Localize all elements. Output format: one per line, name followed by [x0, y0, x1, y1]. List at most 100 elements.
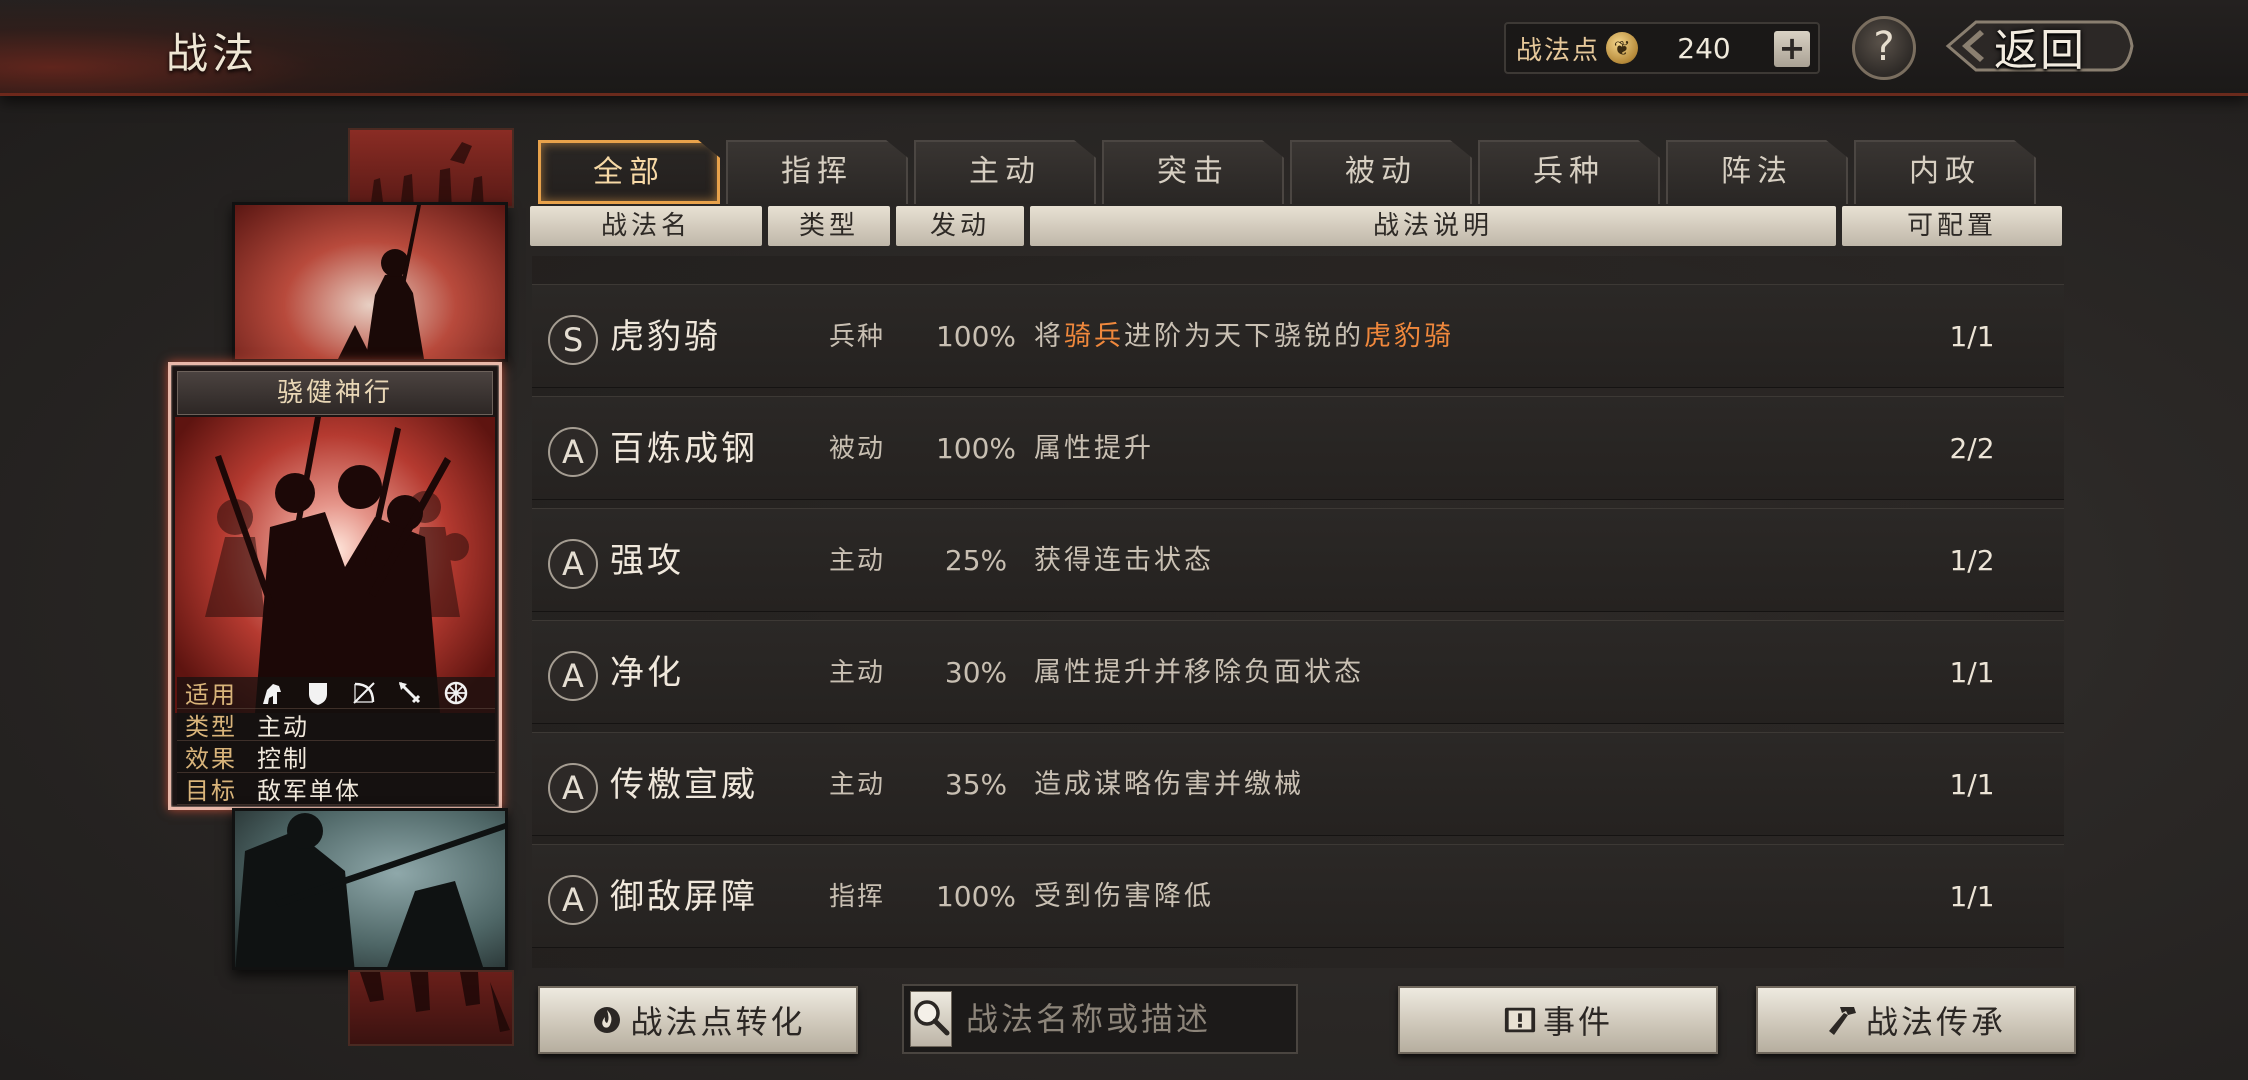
skill-name: 百炼成钢 [610, 429, 758, 469]
strip-soldiers-art-bottom [360, 972, 510, 1032]
tab-troop-type[interactable]: 兵种 [1478, 140, 1660, 204]
cavalry-icon [257, 679, 287, 707]
skill-config: 1/1 [1949, 768, 1995, 801]
grade-badge: A [548, 651, 598, 701]
skill-config: 1/1 [1949, 320, 1995, 353]
search-bar [902, 984, 1365, 1054]
tab-all[interactable]: 全部 [538, 140, 720, 204]
skill-row[interactable]: A 御敌屏障 指挥 100% 受到伤害降低 1/1 [532, 844, 2064, 948]
card-strip-bottom [348, 970, 514, 1046]
tab-formation[interactable]: 阵法 [1666, 140, 1848, 204]
search-input[interactable] [952, 991, 1365, 1047]
archer-icon [349, 679, 379, 707]
hammer-icon [1826, 1003, 1860, 1037]
skill-type: 兵种 [828, 322, 885, 352]
tab-command[interactable]: 指挥 [726, 140, 908, 204]
search-icon [911, 997, 951, 1041]
skill-info-key: 效果 [185, 745, 237, 773]
skill-row[interactable]: A 强攻 主动 25% 获得连击状态 1/2 [532, 508, 2064, 612]
skill-inherit-button[interactable]: 战法传承 [1756, 986, 2076, 1054]
skill-card-art [175, 417, 495, 713]
skill-name: 虎豹骑 [610, 317, 721, 357]
skill-card-title: 骁健神行 [177, 371, 493, 415]
back-button[interactable]: 返回 [1940, 14, 2140, 78]
skill-description: 造成谋略伤害并缴械 [1034, 769, 1304, 800]
skill-rate: 100% [935, 880, 1017, 913]
skill-description: 将骑兵进阶为天下骁锐的虎豹骑 [1034, 285, 1454, 389]
convert-points-label: 战法点转化 [630, 1003, 806, 1041]
skill-name: 御敌屏障 [610, 877, 758, 917]
skill-config: 1/1 [1949, 880, 1995, 913]
tab-assault[interactable]: 突击 [1102, 140, 1284, 204]
skill-config: 2/2 [1949, 432, 1995, 465]
grade-badge: A [548, 875, 598, 925]
skill-info-key: 适用 [185, 681, 237, 709]
column-header-type[interactable]: 类型 [768, 206, 890, 246]
skill-description: 属性提升 [1034, 433, 1154, 464]
column-header-config[interactable]: 可配置 [1842, 206, 2062, 246]
skill-description: 受到伤害降低 [1034, 881, 1214, 912]
skill-info-value: 控制 [257, 745, 309, 773]
skill-points-value: 240 [1677, 31, 1731, 65]
spearman-silhouette-art [235, 813, 505, 967]
tab-active[interactable]: 主动 [914, 140, 1096, 204]
skill-info-type: 类型 主动 [177, 709, 495, 741]
skill-rate: 35% [944, 768, 1008, 801]
event-button[interactable]: 事件 [1398, 986, 1718, 1054]
selected-skill-card[interactable]: 骁健神行 适用 类型 主动 效果 控制 目标 敌军单体 [168, 362, 502, 810]
card-strip-top [348, 128, 514, 208]
unit-type-icons [257, 679, 471, 707]
book-alert-icon [1503, 1003, 1537, 1037]
skill-info-value: 敌军单体 [257, 777, 361, 805]
skill-config: 1/1 [1949, 656, 1995, 689]
skill-info-applies: 适用 [177, 677, 495, 709]
grade-badge: A [548, 763, 598, 813]
skill-row[interactable]: S 虎豹骑 兵种 100% 将骑兵进阶为天下骁锐的虎豹骑 1/1 [532, 284, 2064, 388]
skill-name: 净化 [610, 653, 684, 693]
skill-card-info: 适用 类型 主动 效果 控制 目标 敌军单体 [177, 677, 495, 805]
tab-internal-affairs[interactable]: 内政 [1854, 140, 2036, 204]
desc-text: 进阶为天下骁锐的 [1124, 321, 1364, 352]
skill-row[interactable]: A 净化 主动 30% 属性提升并移除负面状态 1/1 [532, 620, 2064, 724]
cavalry-charge-art [205, 417, 469, 713]
flame-icon [590, 1003, 624, 1037]
skill-info-key: 目标 [185, 777, 237, 805]
strip-soldiers-art [370, 142, 484, 206]
skill-points-label: 战法点 [1516, 35, 1601, 66]
grade-badge: S [548, 315, 598, 365]
skill-row[interactable]: A 传檄宣威 主动 35% 造成谋略伤害并缴械 1/1 [532, 732, 2064, 836]
skill-description: 属性提升并移除负面状态 [1034, 657, 1364, 688]
tab-passive[interactable]: 被动 [1290, 140, 1472, 204]
skill-name: 传檄宣威 [610, 765, 758, 805]
skill-inherit-label: 战法传承 [1865, 1003, 2006, 1041]
skill-row[interactable]: A 百炼成钢 被动 100% 属性提升 2/2 [532, 396, 2064, 500]
skill-rate: 100% [935, 320, 1017, 353]
spear-icon [395, 679, 425, 707]
skill-type: 指挥 [828, 882, 885, 912]
column-header-description: 战法说明 [1030, 206, 1836, 246]
skill-list[interactable]: S 虎豹骑 兵种 100% 将骑兵进阶为天下骁锐的虎豹骑 1/1 A 百炼成钢 … [532, 256, 2064, 968]
skill-card-above[interactable] [232, 202, 508, 362]
title-glow [0, 0, 520, 96]
help-button[interactable]: ? [1852, 16, 1916, 80]
skill-card-below[interactable] [232, 808, 508, 970]
skill-name: 强攻 [610, 541, 684, 581]
warrior-silhouette-art [338, 205, 424, 359]
shield-icon [303, 679, 333, 707]
skill-info-effect: 效果 控制 [177, 741, 495, 773]
event-label: 事件 [1542, 1003, 1613, 1041]
skill-type: 被动 [828, 434, 885, 464]
search-button[interactable] [910, 991, 952, 1047]
skill-info-target: 目标 敌军单体 [177, 773, 495, 805]
page-title: 战法 [166, 29, 259, 78]
convert-points-button[interactable]: 战法点转化 [538, 986, 858, 1054]
skill-description: 获得连击状态 [1034, 545, 1214, 576]
desc-text: 将 [1034, 321, 1064, 352]
category-tabs: 全部 指挥 主动 突击 被动 兵种 阵法 内政 [538, 140, 2036, 204]
skill-rate: 100% [935, 432, 1017, 465]
add-points-button[interactable]: + [1774, 31, 1810, 67]
skill-info-key: 类型 [185, 713, 237, 741]
skill-rate: 30% [944, 656, 1008, 689]
column-header-name[interactable]: 战法名 [530, 206, 762, 246]
column-header-rate[interactable]: 发动 [896, 206, 1024, 246]
